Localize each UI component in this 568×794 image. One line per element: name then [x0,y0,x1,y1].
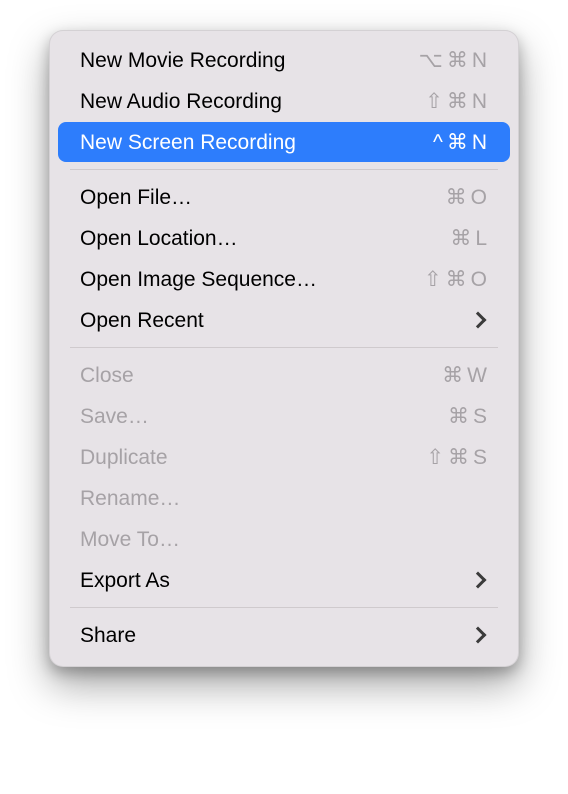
shortcut-glyph: O [471,269,488,290]
menu-item-label: Open Recent [80,310,204,331]
menu-separator [70,347,498,348]
menu-item-open-file[interactable]: Open File… ⌘O [58,177,510,217]
chevron-right-icon [470,312,487,329]
menu-shortcut: ^⌘N [433,132,488,153]
shortcut-glyph: ⌥ [419,50,444,71]
menu-shortcut: ⌘S [448,406,488,427]
file-menu[interactable]: New Movie Recording⌥⌘NNew Audio Recordin… [49,30,519,667]
shortcut-glyph: S [473,406,488,427]
shortcut-glyph: S [473,447,488,468]
menu-item-rename: Rename… [58,478,510,518]
menu-shortcut: ⌘O [446,187,488,208]
menu-item-label: Open File… [80,187,192,208]
menu-shortcut: ⇧⌘O [424,269,488,290]
menu-separator [70,607,498,608]
shortcut-glyph: O [471,187,488,208]
menu-item-open-recent[interactable]: Open Recent [58,300,510,340]
menu-item-label: Open Location… [80,228,238,249]
chevron-right-icon [470,627,487,644]
menu-item-label: Rename… [80,488,180,509]
chevron-right-icon [470,572,487,589]
shortcut-glyph: N [472,132,488,153]
menu-item-label: Open Image Sequence… [80,269,317,290]
menu-item-label: Export As [80,570,170,591]
menu-item-label: Move To… [80,529,180,550]
shortcut-glyph: ⇧ [426,447,445,468]
shortcut-glyph: L [475,228,488,249]
menu-item-duplicate: Duplicate ⇧⌘S [58,437,510,477]
menu-item-label: Save… [80,406,149,427]
shortcut-glyph: ⇧ [424,269,443,290]
shortcut-glyph: ⌘ [442,365,464,386]
menu-item-share[interactable]: Share [58,615,510,655]
menu-item-export-as[interactable]: Export As [58,560,510,600]
menu-shortcut: ⌥⌘N [419,50,488,71]
menu-item-new-movie[interactable]: New Movie Recording ⌥⌘N [58,40,510,80]
shortcut-glyph: ⌘ [448,447,470,468]
shortcut-glyph: ⌘ [448,406,470,427]
menu-item-label: New Screen Recording [80,132,296,153]
menu-item-open-loc[interactable]: Open Location… ⌘L [58,218,510,258]
shortcut-glyph: ⌘ [446,187,468,208]
shortcut-glyph: ⇧ [425,91,444,112]
menu-separator [70,169,498,170]
menu-item-move-to: Move To… [58,519,510,559]
menu-item-new-screen[interactable]: New Screen Recording ^⌘N [58,122,510,162]
shortcut-glyph: ⌘ [447,132,469,153]
menu-item-label: Duplicate [80,447,168,468]
shortcut-glyph: W [467,365,488,386]
shortcut-glyph: ⌘ [447,91,469,112]
menu-shortcut: ⇧⌘N [425,91,488,112]
shortcut-glyph: N [472,50,488,71]
shortcut-glyph: ⌘ [446,269,468,290]
shortcut-glyph: N [472,91,488,112]
menu-shortcut: ⇧⌘S [426,447,488,468]
menu-item-label: Close [80,365,134,386]
shortcut-glyph: ⌘ [447,50,469,71]
shortcut-glyph: ^ [433,132,444,153]
menu-item-save: Save… ⌘S [58,396,510,436]
menu-shortcut: ⌘L [450,228,488,249]
shortcut-glyph: ⌘ [450,228,472,249]
menu-shortcut: ⌘W [442,365,488,386]
menu-item-label: New Movie Recording [80,50,285,71]
menu-item-open-imgseq[interactable]: Open Image Sequence… ⇧⌘O [58,259,510,299]
menu-item-label: New Audio Recording [80,91,282,112]
menu-item-close: Close ⌘W [58,355,510,395]
menu-item-new-audio[interactable]: New Audio Recording ⇧⌘N [58,81,510,121]
menu-item-label: Share [80,625,136,646]
